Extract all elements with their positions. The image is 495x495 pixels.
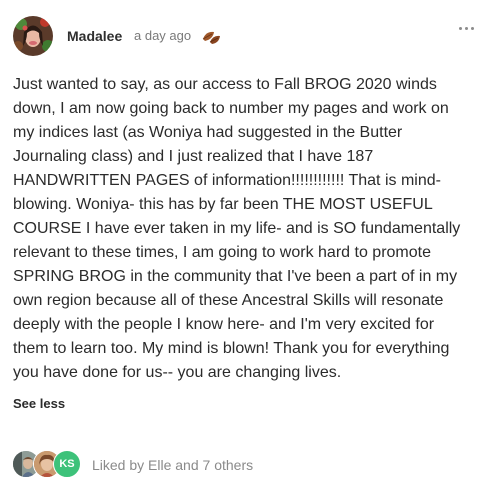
post-body-line: HANDWRITTEN PAGES of information!!!!!!!!… (13, 172, 441, 189)
post-body-line: down, I am now going back to number my p… (13, 100, 449, 117)
post-body-line: relevant to these times, I am going to w… (13, 244, 431, 261)
liker-avatars[interactable]: KS (12, 450, 82, 478)
author-avatar[interactable] (13, 16, 53, 56)
liker-initials-badge[interactable]: KS (53, 450, 81, 478)
post-card: Madalee a day ago Just wanted to say, as… (0, 0, 495, 495)
avatar-photo-icon (13, 16, 53, 56)
post-body-line: Just wanted to say, as our access to Fal… (13, 76, 437, 93)
post-body-line: my indices last (as Woniya had suggested… (13, 124, 403, 141)
post-body-line: deeply with the people I know here- and … (13, 316, 435, 333)
author-name[interactable]: Madalee (67, 28, 122, 44)
liked-by-text[interactable]: Liked by Elle and 7 others (92, 457, 253, 473)
more-options-icon[interactable] (456, 20, 478, 36)
post-body-line: you have done for us-- you are changing … (13, 364, 342, 381)
post-body-line: Journaling class) and I just realized th… (13, 148, 374, 165)
post-body-line: blowing. Woniya- this has by far been TH… (13, 196, 433, 213)
post-body-line: SPRING BROG in the community that I've b… (13, 268, 458, 285)
post-body-line: own region because all of these Ancestra… (13, 292, 444, 309)
see-less-link[interactable]: See less (13, 396, 65, 411)
post-body: Just wanted to say, as our access to Fal… (13, 73, 479, 385)
post-body-line: COURSE I have ever taken in my life- and… (13, 220, 461, 237)
post-body-line: them to learn too. My mind is blown! Tha… (13, 340, 450, 357)
autumn-leaves-icon (200, 26, 222, 48)
post-timestamp: a day ago (134, 28, 192, 43)
